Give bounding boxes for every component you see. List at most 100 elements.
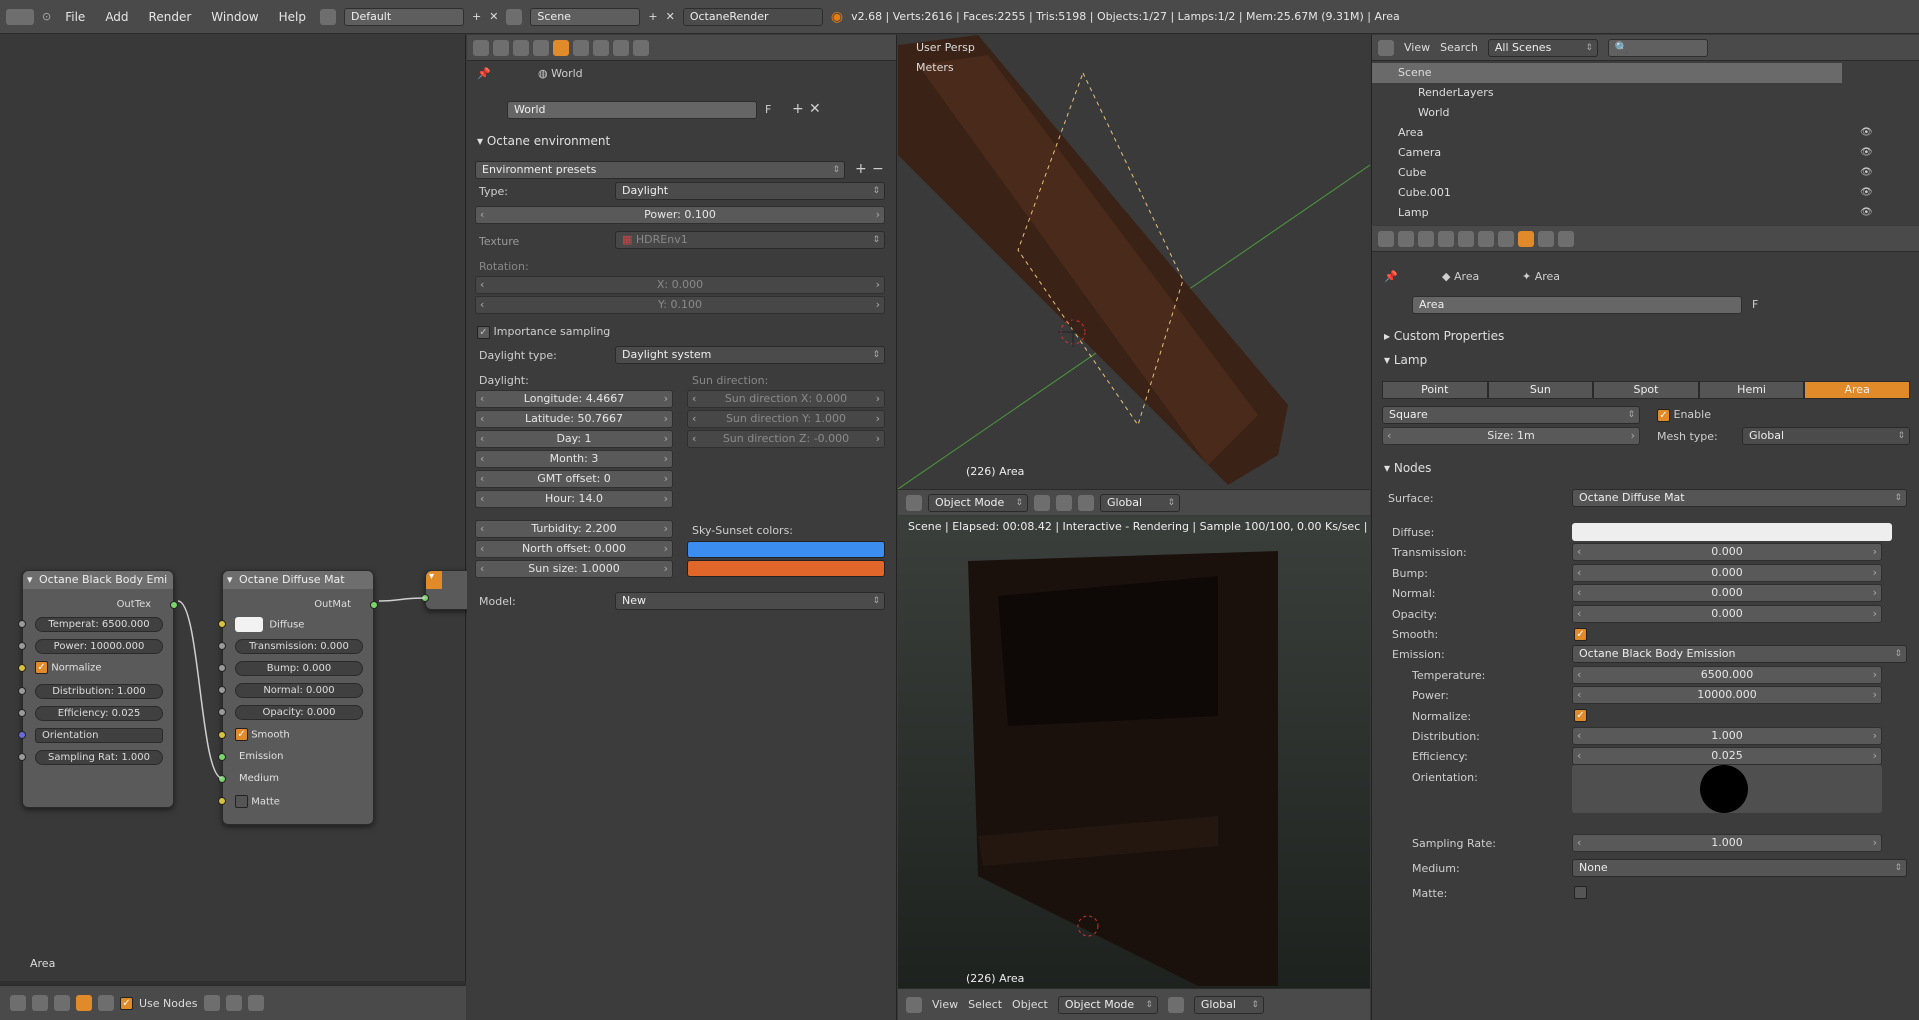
outliner-item[interactable]: Scene (1372, 63, 1842, 83)
texture-tab-icon[interactable] (1538, 230, 1554, 247)
enable-row[interactable]: ✓ Enable (1657, 408, 1711, 422)
sky-color-swatch[interactable] (687, 541, 885, 558)
constraints-tab-icon[interactable] (1498, 230, 1514, 247)
editor-type-icon[interactable] (906, 494, 922, 511)
property-slider[interactable]: 10000.000 (1572, 686, 1882, 705)
sun-direction-z-slider[interactable]: Sun direction Z: -0.000 (687, 430, 885, 448)
outliner-item[interactable]: Camera (1372, 143, 1842, 163)
visibility-eye-icon[interactable]: 👁 (1860, 147, 1873, 158)
object-tab-icon[interactable] (573, 39, 589, 56)
surface-select[interactable]: Octane Diffuse Mat (1572, 489, 1907, 507)
sun-size-slider[interactable]: Sun size: 1.0000 (475, 560, 673, 578)
latitude-slider[interactable]: Latitude: 50.7667 (475, 410, 673, 428)
snap-icon[interactable] (247, 995, 264, 1011)
texture-field[interactable]: ▦ HDREnv1 (615, 231, 885, 249)
render-tab-icon[interactable] (1398, 230, 1414, 247)
add-scene-icon[interactable]: + (648, 10, 657, 23)
outliner-item[interactable]: World (1372, 103, 1842, 123)
property-slider[interactable]: 1.000 (1572, 833, 1882, 852)
property-slider[interactable]: 0.000 (1572, 584, 1882, 603)
object-nodes-icon[interactable] (54, 995, 70, 1011)
lamp-type-button[interactable]: Spot (1593, 381, 1699, 399)
octane-environment-header[interactable]: ▾ Octane environment (477, 134, 610, 148)
outliner-item[interactable]: Cube.001 (1372, 183, 1842, 203)
environment-presets[interactable]: Environment presets (475, 161, 845, 179)
layout-field[interactable]: Default (343, 7, 464, 26)
checkbox[interactable]: ✓ (477, 325, 490, 339)
importance-sampling-row[interactable]: ✓ Importance sampling (477, 325, 610, 339)
property-checkbox[interactable]: ✓ (1574, 627, 1587, 641)
add-layout-icon[interactable]: + (472, 10, 481, 23)
render-tab-icon[interactable] (493, 39, 509, 56)
scene-tab-icon[interactable] (533, 39, 549, 56)
custom-properties-header[interactable]: ▸ Custom Properties (1384, 329, 1504, 343)
layers-tab-icon[interactable] (1418, 230, 1434, 247)
data-tab-icon[interactable] (633, 39, 649, 56)
orientation-select[interactable]: Global (1193, 995, 1264, 1014)
orientation-ball[interactable] (1572, 764, 1882, 813)
visibility-eye-icon[interactable]: 👁 (1860, 127, 1873, 138)
world-tab-icon[interactable] (1458, 230, 1474, 247)
parent-icon[interactable] (225, 995, 242, 1011)
menu-add[interactable]: Add (99, 10, 134, 24)
properties-editor-icon[interactable] (1378, 230, 1394, 247)
add-preset-icon[interactable]: + (855, 161, 867, 177)
menu-object[interactable]: Object (1012, 998, 1048, 1011)
outliner-item[interactable]: RenderLayers (1372, 83, 1842, 103)
orientation-select[interactable]: Global (1100, 493, 1180, 512)
sun-direction-x-slider[interactable]: Sun direction X: 0.000 (687, 390, 885, 408)
add-icon[interactable]: + (792, 101, 804, 117)
search-input[interactable]: 🔍 (1607, 38, 1708, 57)
screen-layout-icon[interactable] (319, 8, 336, 25)
power-slider[interactable]: Power: 0.100 (475, 206, 885, 224)
shading-icon[interactable] (1167, 996, 1184, 1013)
menu-search[interactable]: Search (1440, 41, 1478, 54)
object-tab-icon[interactable] (1478, 230, 1494, 247)
shader-type-icon[interactable] (32, 995, 48, 1011)
display-filter-select[interactable]: All Scenes (1487, 38, 1598, 57)
hour-slider[interactable]: Hour: 14.0 (475, 490, 673, 508)
pivot-icon[interactable] (1056, 494, 1072, 511)
visibility-eye-icon[interactable]: 👁 (1860, 167, 1873, 178)
info-editor-icon[interactable] (6, 8, 34, 25)
pin-icon[interactable]: 📌 (477, 67, 491, 80)
medium-select[interactable]: None (1572, 858, 1907, 877)
editor-type-icon[interactable] (906, 996, 922, 1013)
remove-preset-icon[interactable]: − (872, 161, 884, 177)
gmt-offset-slider[interactable]: GMT offset: 0 (475, 470, 673, 488)
modifiers-tab-icon[interactable] (613, 39, 629, 56)
visibility-eye-icon[interactable]: 👁 (1860, 207, 1873, 218)
shape-select[interactable]: Square (1382, 406, 1640, 424)
outliner-type-icon[interactable] (1378, 39, 1394, 56)
close-icon[interactable]: ✕ (809, 101, 821, 117)
fake-user-button[interactable]: F (1752, 298, 1758, 311)
layers-tab-icon[interactable] (513, 39, 529, 56)
property-slider[interactable]: 0.000 (1572, 563, 1882, 582)
close-scene-icon[interactable]: ✕ (666, 10, 675, 23)
viewport-3d[interactable]: User Persp Meters (226) Area (898, 35, 1370, 489)
property-slider[interactable]: 0.000 (1572, 604, 1882, 623)
menu-view[interactable]: View (932, 998, 958, 1011)
menu-render[interactable]: Render (143, 10, 198, 24)
mesh-type-select[interactable]: Global (1742, 427, 1910, 445)
outliner-item[interactable]: Area (1372, 123, 1842, 143)
visibility-eye-icon[interactable]: 👁 (1860, 187, 1873, 198)
size-slider[interactable]: Size: 1m (1382, 427, 1640, 445)
world-datablock[interactable]: World (507, 101, 757, 119)
property-slider[interactable]: 0.025 (1572, 747, 1882, 766)
menu-window[interactable]: Window (205, 10, 264, 24)
pin-icon[interactable] (203, 995, 220, 1011)
nodes-header[interactable]: ▾ Nodes (1384, 461, 1431, 475)
use-nodes-checkbox[interactable]: ✓ (120, 996, 133, 1010)
mode-select[interactable]: Object Mode (928, 493, 1028, 512)
property-slider[interactable]: 6500.000 (1572, 665, 1882, 684)
particles-tab-icon[interactable] (1558, 230, 1574, 247)
day-slider[interactable]: Day: 1 (475, 430, 673, 448)
lamp-tab-icon[interactable] (1518, 230, 1534, 247)
rotation-x-slider[interactable]: X: 0.000 (475, 276, 885, 294)
menu-view[interactable]: View (1404, 41, 1430, 54)
menu-select[interactable]: Select (968, 998, 1002, 1011)
property-slider[interactable]: 1.000 (1572, 727, 1882, 745)
scene-field[interactable]: Scene (530, 7, 641, 26)
pin-icon[interactable]: 📌 (1384, 270, 1398, 283)
